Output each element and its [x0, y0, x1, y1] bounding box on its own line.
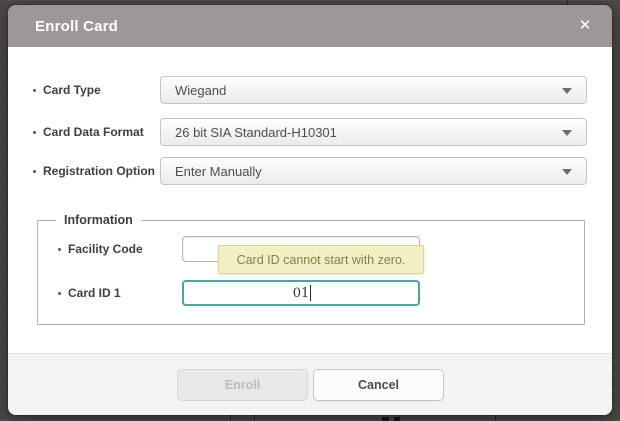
validation-message: Card ID cannot start with zero. [237, 253, 406, 267]
card-data-format-row: Card Data Format 26 bit SIA Standard-H10… [8, 118, 612, 146]
information-legend: Information [56, 213, 141, 227]
close-icon: ✕ [579, 17, 592, 34]
facility-code-label: Facility Code [58, 236, 178, 262]
card-type-row: Card Type Wiegand [8, 76, 612, 104]
chevron-down-icon [562, 169, 572, 175]
background-table-line [230, 415, 231, 421]
registration-option-dropdown[interactable]: Enter Manually [160, 157, 587, 185]
card-type-dropdown[interactable]: Wiegand [160, 76, 587, 104]
chevron-down-icon [562, 130, 572, 136]
card-type-value: Wiegand [161, 83, 226, 98]
bullet-icon [58, 248, 61, 251]
bullet-icon [33, 131, 36, 134]
registration-option-label: Registration Option [33, 157, 155, 185]
cancel-button[interactable]: Cancel [313, 369, 444, 401]
chevron-down-icon [562, 88, 572, 94]
background-table-text [394, 417, 400, 421]
background-table-text [382, 417, 389, 421]
bullet-icon [33, 170, 36, 173]
background-table-line [254, 415, 255, 421]
validation-tooltip: Card ID cannot start with zero. [218, 245, 424, 274]
card-data-format-value: 26 bit SIA Standard-H10301 [161, 125, 337, 140]
card-id-label: Card ID 1 [58, 280, 178, 306]
text-cursor [310, 285, 311, 301]
dialog-title: Enroll Card [8, 18, 118, 35]
background-table-line [495, 415, 496, 421]
enroll-card-dialog: Enroll Card ✕ Card Type Wiegand Card Dat… [8, 5, 612, 415]
dialog-header: Enroll Card ✕ [8, 5, 612, 47]
card-type-label: Card Type [33, 76, 155, 104]
close-button[interactable]: ✕ [572, 13, 598, 39]
enroll-button[interactable]: Enroll [177, 369, 308, 401]
card-data-format-dropdown[interactable]: 26 bit SIA Standard-H10301 [160, 118, 587, 146]
registration-option-value: Enter Manually [161, 164, 262, 179]
registration-option-row: Registration Option Enter Manually [8, 157, 612, 185]
card-data-format-label: Card Data Format [33, 118, 155, 146]
card-id-input[interactable] [182, 280, 420, 306]
bullet-icon [33, 89, 36, 92]
dialog-footer: Enroll Cancel [8, 353, 612, 415]
bullet-icon [58, 292, 61, 295]
